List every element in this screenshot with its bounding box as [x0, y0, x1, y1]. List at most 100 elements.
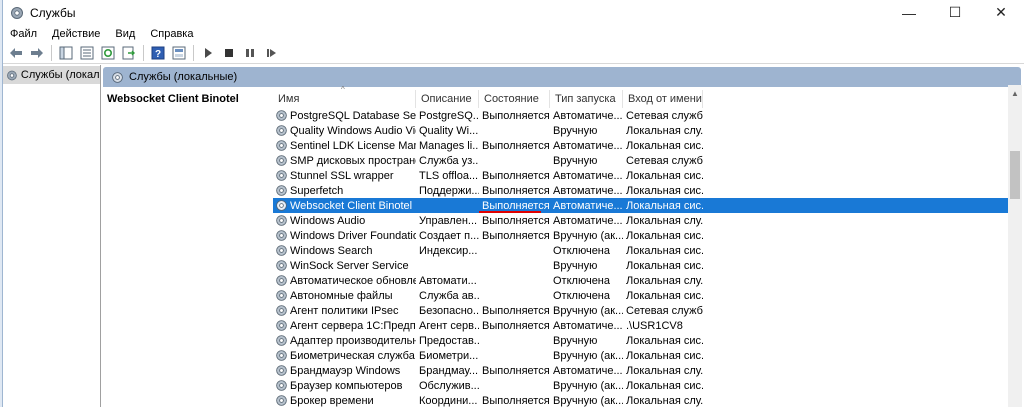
- tree-item-services-local[interactable]: Службы (локалы: [3, 66, 100, 84]
- cell-name: Websocket Client Binotel: [273, 199, 416, 212]
- table-row[interactable]: WinSock Server Service Вручную Локальная с…: [273, 258, 1009, 273]
- view-icon[interactable]: [170, 44, 188, 62]
- table-row[interactable]: Автономные файлы Служба ав... Отключена Лок…: [273, 288, 1009, 303]
- cell-startup-type: Автоматиче...: [553, 169, 623, 182]
- table-row[interactable]: Windows Driver Foundation...Создает п...…: [273, 228, 1009, 243]
- table-row[interactable]: SMP дисковых пространст...Служба уз... Вр…: [273, 153, 1009, 168]
- cell-status: Выполняется: [482, 229, 550, 242]
- service-name-text: Агент политики IPsec: [290, 304, 399, 317]
- export-icon[interactable]: [120, 44, 138, 62]
- table-row[interactable]: Quality Windows Audio Vid...Quality Wi..…: [273, 123, 1009, 138]
- cell-startup-type: Вручную (ак...: [553, 349, 623, 362]
- cell-description: Автомати...: [419, 274, 477, 287]
- cell-status: Выполняется: [482, 394, 550, 407]
- table-row[interactable]: Sentinel LDK License Mana...Manages li..…: [273, 138, 1009, 153]
- cell-description: PostgreSQ...: [419, 109, 479, 122]
- cell-name: SMP дисковых пространст...: [273, 154, 416, 167]
- service-name-text: Агент сервера 1С:Предпри...: [290, 319, 416, 332]
- table-body: PostgreSQL Database Server...PostgreSQ..…: [273, 108, 1009, 407]
- console-tree-icon[interactable]: [57, 44, 75, 62]
- table-row[interactable]: Superfetch Поддержи... Выполняется Автомати…: [273, 183, 1009, 198]
- cell-log-on-as: Локальная сис...: [626, 169, 703, 182]
- refresh-icon[interactable]: [99, 44, 117, 62]
- toolbar-separator: [143, 45, 144, 61]
- cell-name: Брокер времени: [273, 394, 416, 407]
- cell-startup-type: Автоматиче...: [553, 139, 623, 152]
- cell-description: Обслужив...: [419, 379, 479, 392]
- service-gear-icon: [276, 365, 287, 376]
- cell-description: Служба уз...: [419, 154, 479, 167]
- table-row[interactable]: Агент политики IPsec Безопасно... Выполняе…: [273, 303, 1009, 318]
- cell-log-on-as: Локальная сис...: [626, 289, 703, 302]
- stop-icon[interactable]: [220, 44, 238, 62]
- cell-status: Выполняется: [482, 184, 550, 197]
- menu-file[interactable]: Файл: [10, 28, 37, 40]
- cell-status: Выполняется: [482, 199, 550, 212]
- service-gear-icon: [276, 335, 287, 346]
- service-gear-icon: [276, 215, 287, 226]
- cell-description: Управлен...: [419, 214, 478, 227]
- table-row[interactable]: Windows Search Индексир... Отключена Локаль…: [273, 243, 1009, 258]
- toolbar: ?: [3, 43, 1024, 64]
- column-header-log-on-as[interactable]: Вход от имени: [623, 90, 703, 108]
- pane-header-title: Службы (локальные): [129, 71, 238, 83]
- play-icon[interactable]: [199, 44, 217, 62]
- table-row[interactable]: Stunnel SSL wrapper TLS offloa... Выполняе…: [273, 168, 1009, 183]
- vertical-scrollbar[interactable]: ▲: [1008, 85, 1022, 407]
- table-row[interactable]: Биометрическая служба ... Биометри... Вруч…: [273, 348, 1009, 363]
- scroll-up-arrow-icon[interactable]: ▲: [1008, 85, 1022, 101]
- services-table: ^ Имя Описание Состояние Тип запуска Вхо…: [273, 85, 1009, 407]
- table-row[interactable]: Агент сервера 1С:Предпри...Агент серв...…: [273, 318, 1009, 333]
- forward-icon[interactable]: [28, 44, 46, 62]
- minimize-button[interactable]: —: [886, 0, 932, 25]
- table-row[interactable]: PostgreSQL Database Server...PostgreSQ..…: [273, 108, 1009, 123]
- cell-name: Windows Audio: [273, 214, 416, 227]
- back-icon[interactable]: [7, 44, 25, 62]
- cell-startup-type: Вручную (ак...: [553, 379, 623, 392]
- menu-view[interactable]: Вид: [115, 28, 135, 40]
- services-gear-icon: [11, 6, 23, 19]
- table-row[interactable]: Windows Audio Управлен... Выполняется Автом…: [273, 213, 1009, 228]
- cell-name: Quality Windows Audio Vid...: [273, 124, 416, 137]
- table-row[interactable]: Брандмауэр Windows Брандмау... Выполняется…: [273, 363, 1009, 378]
- help-icon[interactable]: ?: [149, 44, 167, 62]
- table-row[interactable]: Брокер времени Координи... Выполняется Вруч…: [273, 393, 1009, 407]
- service-name-text: Windows Driver Foundation...: [290, 229, 416, 242]
- close-button[interactable]: ✕: [978, 0, 1024, 25]
- cell-description: Поддержи...: [419, 184, 479, 197]
- cell-log-on-as: Локальная сис...: [626, 199, 703, 212]
- column-header-description[interactable]: Описание: [416, 90, 479, 108]
- cell-startup-type: Вручную (ак...: [553, 394, 623, 407]
- column-header-status[interactable]: Состояние: [479, 90, 550, 108]
- service-gear-icon: [276, 305, 287, 316]
- cell-log-on-as: Локальная сис...: [626, 379, 703, 392]
- cell-description: Биометри...: [419, 349, 479, 362]
- table-header: Имя Описание Состояние Тип запуска Вход …: [273, 90, 703, 108]
- menu-action[interactable]: Действие: [52, 28, 100, 40]
- maximize-button[interactable]: ☐: [932, 0, 978, 25]
- scrollbar-thumb[interactable]: [1010, 151, 1020, 199]
- service-name-text: PostgreSQL Database Server...: [290, 109, 416, 122]
- cell-status: Выполняется: [482, 139, 550, 152]
- table-row[interactable]: Автоматическое обновле... Автомати... Откл…: [273, 273, 1009, 288]
- table-row[interactable]: Адаптер производительно...Предостав... Вр…: [273, 333, 1009, 348]
- services-gear-icon: [7, 70, 17, 80]
- cell-name: Windows Search: [273, 244, 416, 257]
- menu-help[interactable]: Справка: [150, 28, 193, 40]
- service-gear-icon: [276, 230, 287, 241]
- cell-description: Предостав...: [419, 334, 479, 347]
- cell-startup-type: Автоматиче...: [553, 184, 623, 197]
- table-row[interactable]: Websocket Client Binotel Выполняется Автом…: [273, 198, 1009, 213]
- menu-bar: Файл Действие Вид Справка: [3, 25, 1024, 43]
- cell-name: Автоматическое обновле...: [273, 274, 416, 287]
- cell-description: TLS offloa...: [419, 169, 479, 182]
- pause-icon[interactable]: [241, 44, 259, 62]
- restart-icon[interactable]: [262, 44, 280, 62]
- properties-icon[interactable]: [78, 44, 96, 62]
- service-gear-icon: [276, 110, 287, 121]
- column-header-startup-type[interactable]: Тип запуска: [550, 90, 623, 108]
- service-name-text: Адаптер производительно...: [290, 334, 416, 347]
- column-header-name[interactable]: Имя: [273, 90, 416, 108]
- table-row[interactable]: Браузер компьютеров Обслужив... Вручную (а…: [273, 378, 1009, 393]
- service-gear-icon: [276, 380, 287, 391]
